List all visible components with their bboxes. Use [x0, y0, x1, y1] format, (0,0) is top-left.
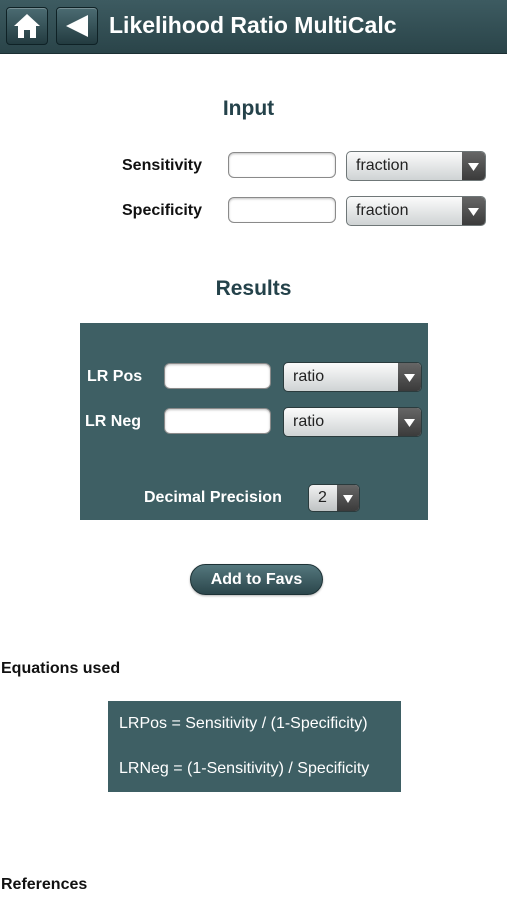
lr-pos-output[interactable]	[164, 363, 271, 389]
lr-neg-output[interactable]	[164, 408, 271, 434]
lr-neg-unit-select[interactable]: ratio	[283, 407, 422, 437]
precision-select[interactable]: 2	[308, 484, 360, 512]
home-icon	[14, 14, 40, 38]
lr-pos-unit-value: ratio	[293, 368, 325, 385]
chevron-down-icon	[462, 152, 485, 180]
back-arrow-icon	[66, 15, 88, 37]
references-heading: References	[1, 876, 88, 893]
equations-heading: Equations used	[1, 660, 121, 677]
home-button[interactable]	[6, 7, 48, 45]
precision-value: 2	[318, 489, 327, 506]
equation-lr-pos: LRPos = Sensitivity / (1-Specificity)	[119, 715, 368, 732]
app-title: Likelihood Ratio MultiCalc	[109, 12, 397, 38]
sensitivity-unit-select[interactable]: fraction	[346, 151, 486, 181]
sensitivity-input[interactable]	[228, 152, 336, 178]
lr-neg-label: LR Neg	[85, 413, 141, 430]
lr-pos-label: LR Pos	[87, 368, 143, 385]
equation-lr-neg: LRNeg = (1-Sensitivity) / Specificity	[119, 760, 370, 777]
specificity-unit-select[interactable]: fraction	[346, 196, 486, 226]
add-to-favs-button[interactable]: Add to Favs	[190, 564, 323, 595]
results-heading: Results	[215, 277, 292, 300]
equations-box: LRPos = Sensitivity / (1-Specificity) LR…	[108, 701, 401, 792]
sensitivity-unit-value: fraction	[356, 157, 409, 174]
chevron-down-icon	[337, 485, 359, 511]
header-bar: Likelihood Ratio MultiCalc	[0, 0, 507, 54]
chevron-down-icon	[398, 363, 421, 391]
chevron-down-icon	[398, 408, 421, 436]
back-button[interactable]	[56, 7, 98, 45]
input-heading: Input	[222, 97, 275, 120]
chevron-down-icon	[462, 197, 485, 225]
sensitivity-label: Sensitivity	[122, 157, 203, 174]
specificity-label: Specificity	[122, 202, 203, 219]
specificity-input[interactable]	[228, 197, 336, 223]
precision-label: Decimal Precision	[144, 489, 282, 506]
results-panel: LR Pos ratio LR Neg ratio Decimal Precis…	[80, 323, 428, 520]
lr-neg-unit-value: ratio	[293, 413, 325, 430]
lr-pos-unit-select[interactable]: ratio	[283, 362, 422, 392]
specificity-unit-value: fraction	[356, 202, 409, 219]
